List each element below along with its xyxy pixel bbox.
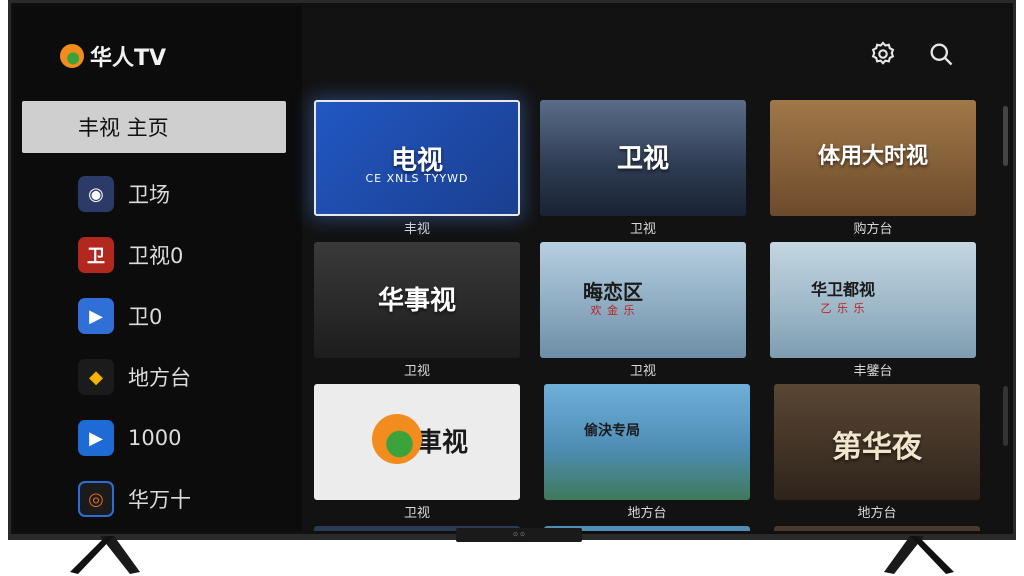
sidebar-item-label: 1000 — [128, 426, 182, 450]
channel-thumbnail: 晦恋区 欢 金 乐 — [540, 242, 746, 358]
sidebar-item-5[interactable]: ◎ 华万十 — [22, 472, 286, 526]
channel-card[interactable]: 晦恋区 欢 金 乐 卫视 — [540, 242, 746, 379]
pin-icon: ◆ — [78, 359, 114, 395]
sidebar-item-label: 卫0 — [128, 305, 163, 329]
channel-thumbnail: 体用大时视 — [770, 100, 976, 216]
channel-card[interactable]: 車视 卫视 — [314, 384, 520, 521]
top-toolbar — [869, 40, 955, 68]
channel-caption: 丰视 — [403, 222, 430, 237]
channel-caption: 地方台 — [627, 506, 667, 521]
channel-card[interactable]: 卫视 卫视 — [540, 100, 746, 237]
channel-card[interactable]: 电视 CE XNLS TYYWD 丰视 — [314, 100, 520, 237]
sidebar-item-3[interactable]: ◆ 地方台 — [22, 350, 286, 404]
sidebar-item-label: 华万十 — [128, 488, 191, 512]
channel-title: 卫视 — [616, 144, 669, 174]
sidebar-item-label: 卫视0 — [128, 244, 184, 268]
sidebar-item-4[interactable]: ▶ 1000 — [22, 411, 286, 465]
sidebar-item-0[interactable]: ◉ 卫场 — [22, 167, 286, 221]
scrollbar-track — [1003, 386, 1008, 446]
gear-icon[interactable] — [869, 40, 897, 68]
sidebar-item-1[interactable]: 卫 卫视0 — [22, 228, 286, 282]
sidebar-menu: 丰视 主页 ◉ 卫场 卫 卫视0 ▶ 卫0 ◆ 地方台 ▶ 1000 ◎ 华万十 — [22, 101, 286, 531]
sidebar-item-label: 地方台 — [128, 366, 191, 390]
channel-card[interactable]: 体用大时视 购方台 — [770, 100, 976, 237]
sidebar-item-home[interactable]: 丰视 主页 — [22, 101, 286, 153]
channel-thumbnail: 卫视 — [540, 100, 746, 216]
search-icon[interactable] — [927, 40, 955, 68]
channel-title: 晦恋区 — [583, 280, 643, 304]
tv-stand-right — [884, 536, 954, 574]
wei-icon: 卫 — [78, 237, 114, 273]
play-icon: ▶ — [78, 298, 114, 334]
play-icon: ▶ — [78, 420, 114, 456]
sidebar-item-2[interactable]: ▶ 卫0 — [22, 289, 286, 343]
channel-caption: 地方台 — [857, 506, 897, 521]
channel-card[interactable]: 华卫都视 乙 乐 乐 丰鐾台 — [770, 242, 976, 379]
channel-title: 华事视 — [377, 286, 456, 316]
bezel-logo: ⊙ ⊙ — [456, 528, 582, 542]
sidebar: 华人TV 丰视 主页 ◉ 卫场 卫 卫视0 ▶ 卫0 ◆ 地方台 ▶ 1000 … — [14, 6, 302, 531]
channel-thumbnail: 华事视 — [314, 242, 520, 358]
channel-card-partial[interactable] — [774, 526, 980, 531]
channel-subtitle: 欢 金 乐 — [590, 304, 636, 317]
channel-caption: 卫视 — [629, 364, 656, 379]
channel-title: 偷決专局 — [584, 423, 640, 439]
channel-card[interactable]: 偷決专局 地方台 — [544, 384, 750, 521]
channel-caption: 卫视 — [629, 222, 656, 237]
tv-screen: 华人TV 丰视 主页 ◉ 卫场 卫 卫视0 ▶ 卫0 ◆ 地方台 ▶ 1000 … — [14, 6, 1010, 531]
app-name: 华人TV — [90, 46, 167, 71]
channel-thumbnail: 华卫都视 乙 乐 乐 — [770, 242, 976, 358]
tv-stand-left — [70, 536, 140, 574]
channel-thumbnail: 車视 — [314, 384, 520, 500]
channel-title: 第华夜 — [832, 430, 922, 465]
tv-frame: 华人TV 丰视 主页 ◉ 卫场 卫 卫视0 ▶ 卫0 ◆ 地方台 ▶ 1000 … — [8, 0, 1016, 540]
channel-card[interactable]: 华事视 卫视 — [314, 242, 520, 379]
channel-card[interactable]: 第华夜 地方台 — [774, 384, 980, 521]
ring-icon: ◎ — [78, 481, 114, 517]
channel-title: 华卫都视 — [810, 280, 875, 299]
channel-thumbnail: 电视 CE XNLS TYYWD — [314, 100, 520, 216]
cctv-icon: ◉ — [78, 176, 114, 212]
app-logo-icon — [60, 44, 84, 68]
channel-subtitle: 乙 乐 乐 — [820, 302, 866, 315]
channel-title: 体用大时视 — [817, 144, 928, 169]
channel-caption: 购方台 — [853, 222, 893, 237]
channel-subtitle: CE XNLS TYYWD — [365, 172, 469, 185]
channel-thumbnail: 第华夜 — [774, 384, 980, 500]
channel-thumbnail: 偷決专局 — [544, 384, 750, 500]
channel-caption: 卫视 — [403, 506, 430, 521]
app-logo: 华人TV — [60, 40, 166, 72]
scrollbar[interactable] — [1003, 106, 1008, 166]
app-logo-icon — [372, 414, 422, 464]
channel-caption: 丰鐾台 — [853, 364, 893, 379]
sidebar-item-label: 卫场 — [128, 183, 170, 207]
channel-caption: 卫视 — [403, 364, 430, 379]
